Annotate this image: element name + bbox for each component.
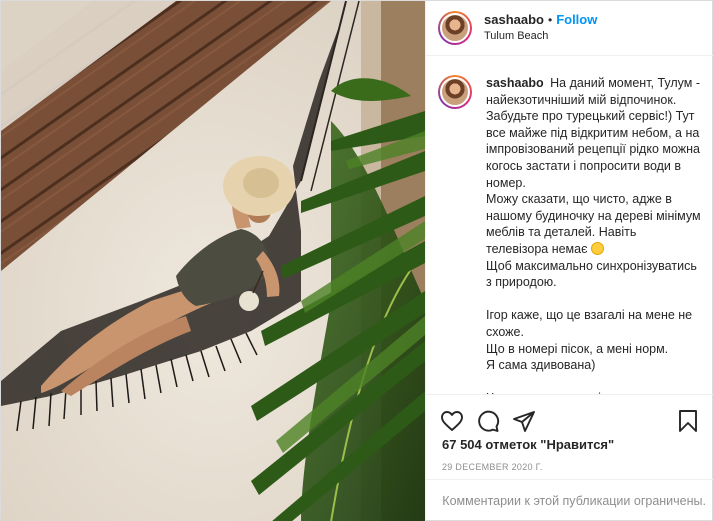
username-link[interactable]: sashaabo [484, 12, 544, 28]
heart-icon[interactable] [440, 409, 464, 433]
likes-count[interactable]: 67 504 отметок "Нравится" [442, 437, 614, 452]
caption: sashaabo На даний момент, Тулум - найекз… [486, 75, 701, 394]
separator-dot: • [547, 13, 553, 27]
caption-text-block: sashaabo На даний момент, Тулум - найекз… [486, 75, 701, 394]
smiling-face-emoji [590, 241, 604, 255]
comments-restricted-notice: Комментарии к этой публикации ограничены… [442, 494, 706, 508]
avatar-image [440, 13, 470, 43]
post-date[interactable]: 29 DECEMBER 2020 Г. [442, 462, 543, 472]
bookmark-icon[interactable] [676, 409, 700, 433]
avatar-image [440, 77, 470, 107]
follow-button[interactable]: Follow [556, 12, 597, 28]
post-side-panel: sashaabo • Follow Tulum Beach sashaabo Н… [425, 1, 713, 521]
beach-hammock-photo [1, 1, 425, 521]
post-photo[interactable] [1, 1, 425, 521]
caption-area[interactable]: sashaabo На даний момент, Тулум - найекз… [426, 57, 713, 394]
share-icon[interactable] [512, 409, 536, 433]
caption-text-continued: Щоб максимально синхронізуватись з приро… [486, 258, 697, 394]
header-row: sashaabo • Follow [484, 12, 597, 28]
location-link[interactable]: Tulum Beach [484, 28, 597, 44]
avatar[interactable] [438, 11, 472, 45]
post-header: sashaabo • Follow Tulum Beach [426, 1, 713, 56]
caption-username-link[interactable]: sashaabo [486, 76, 544, 90]
header-text: sashaabo • Follow Tulum Beach [484, 12, 597, 44]
caption-avatar[interactable] [438, 75, 472, 109]
comments-bar: Комментарии к этой публикации ограничены… [426, 479, 713, 521]
caption-text: На даний момент, Тулум - найекзотичніший… [486, 76, 701, 256]
comment-icon[interactable] [476, 409, 500, 433]
instagram-post: sashaabo • Follow Tulum Beach sashaabo Н… [0, 0, 713, 521]
